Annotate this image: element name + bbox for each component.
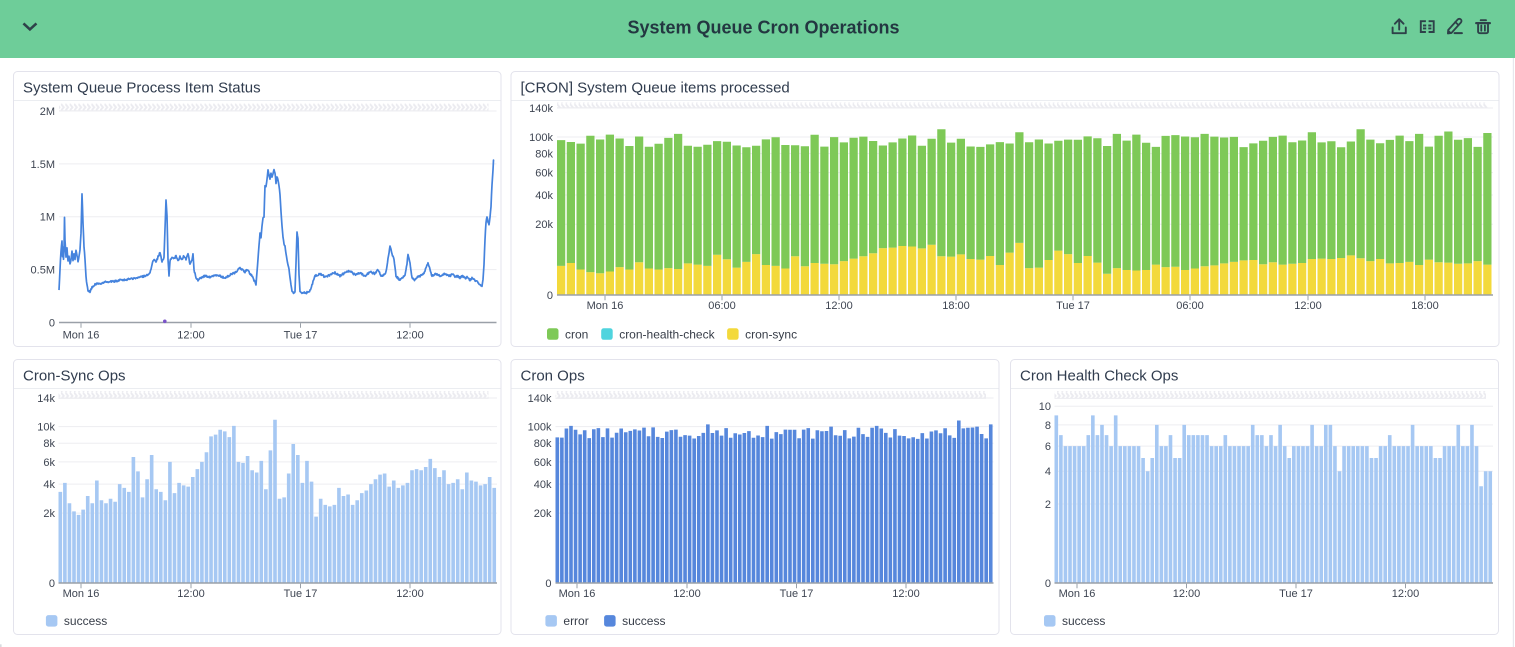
- svg-text:100k: 100k: [529, 132, 553, 144]
- svg-text:System Queue Cron Operations: System Queue Cron Operations: [627, 18, 899, 38]
- svg-text:06:00: 06:00: [1176, 300, 1204, 312]
- svg-text:10: 10: [1039, 401, 1051, 413]
- svg-text:0: 0: [1045, 578, 1051, 590]
- svg-text:8: 8: [1045, 420, 1051, 432]
- svg-text:success: success: [1062, 614, 1105, 628]
- svg-text:80k: 80k: [534, 438, 552, 450]
- svg-text:0: 0: [545, 578, 551, 590]
- svg-text:18:00: 18:00: [1411, 300, 1439, 312]
- svg-text:Tue 17: Tue 17: [780, 588, 814, 600]
- svg-text:12:00: 12:00: [673, 588, 701, 600]
- svg-text:success: success: [622, 614, 665, 628]
- svg-text:success: success: [64, 614, 107, 628]
- svg-text:12:00: 12:00: [396, 329, 424, 341]
- svg-text:0: 0: [547, 290, 553, 302]
- svg-text:8k: 8k: [43, 438, 55, 450]
- svg-text:20k: 20k: [535, 219, 553, 231]
- svg-text:cron-health-check: cron-health-check: [619, 327, 715, 341]
- svg-text:error: error: [563, 614, 588, 628]
- svg-text:System Queue Process Item Stat: System Queue Process Item Status: [23, 79, 261, 96]
- svg-text:40k: 40k: [534, 479, 552, 491]
- svg-text:Mon 16: Mon 16: [63, 329, 100, 341]
- svg-text:12:00: 12:00: [1173, 588, 1201, 600]
- svg-text:12:00: 12:00: [1294, 300, 1322, 312]
- svg-text:Mon 16: Mon 16: [559, 588, 596, 600]
- svg-text:Tue 17: Tue 17: [1056, 300, 1090, 312]
- svg-text:18:00: 18:00: [942, 300, 970, 312]
- svg-text:1M: 1M: [40, 212, 55, 224]
- svg-text:80k: 80k: [535, 149, 553, 161]
- svg-text:60k: 60k: [535, 168, 553, 180]
- svg-text:Mon 16: Mon 16: [63, 588, 100, 600]
- svg-text:cron: cron: [565, 327, 588, 341]
- svg-text:2k: 2k: [43, 508, 55, 520]
- svg-text:0.5M: 0.5M: [31, 265, 55, 277]
- svg-text:2: 2: [1045, 499, 1051, 511]
- svg-text:6: 6: [1045, 441, 1051, 453]
- svg-text:40k: 40k: [535, 190, 553, 202]
- svg-text:60k: 60k: [534, 457, 552, 469]
- svg-text:6k: 6k: [43, 457, 55, 469]
- svg-text:12:00: 12:00: [177, 329, 205, 341]
- svg-text:Tue 17: Tue 17: [284, 329, 318, 341]
- svg-text:1.5M: 1.5M: [31, 159, 55, 171]
- svg-text:12:00: 12:00: [177, 588, 205, 600]
- svg-text:4: 4: [1045, 466, 1051, 478]
- svg-text:Tue 17: Tue 17: [1279, 588, 1313, 600]
- svg-text:[CRON] System Queue items proc: [CRON] System Queue items processed: [521, 79, 790, 96]
- svg-text:10k: 10k: [37, 422, 55, 434]
- svg-text:4k: 4k: [43, 479, 55, 491]
- svg-text:06:00: 06:00: [708, 300, 736, 312]
- svg-text:140k: 140k: [529, 103, 553, 115]
- svg-text:2M: 2M: [40, 106, 55, 118]
- svg-text:cron-sync: cron-sync: [745, 327, 797, 341]
- svg-text:12:00: 12:00: [1392, 588, 1420, 600]
- svg-text:Tue 17: Tue 17: [284, 588, 318, 600]
- svg-text:12:00: 12:00: [892, 588, 920, 600]
- svg-text:0: 0: [49, 317, 55, 329]
- svg-text:Cron-Sync Ops: Cron-Sync Ops: [23, 367, 126, 384]
- svg-text:100k: 100k: [528, 422, 552, 434]
- svg-text:12:00: 12:00: [825, 300, 853, 312]
- svg-text:20k: 20k: [534, 508, 552, 520]
- svg-text:12:00: 12:00: [396, 588, 424, 600]
- svg-text:Mon 16: Mon 16: [1059, 588, 1096, 600]
- svg-text:140k: 140k: [528, 393, 552, 405]
- svg-text:14k: 14k: [37, 393, 55, 405]
- svg-text:Cron Ops: Cron Ops: [521, 367, 585, 384]
- svg-text:Mon 16: Mon 16: [587, 300, 624, 312]
- svg-text:Cron Health Check Ops: Cron Health Check Ops: [1020, 367, 1178, 384]
- svg-text:0: 0: [49, 578, 55, 590]
